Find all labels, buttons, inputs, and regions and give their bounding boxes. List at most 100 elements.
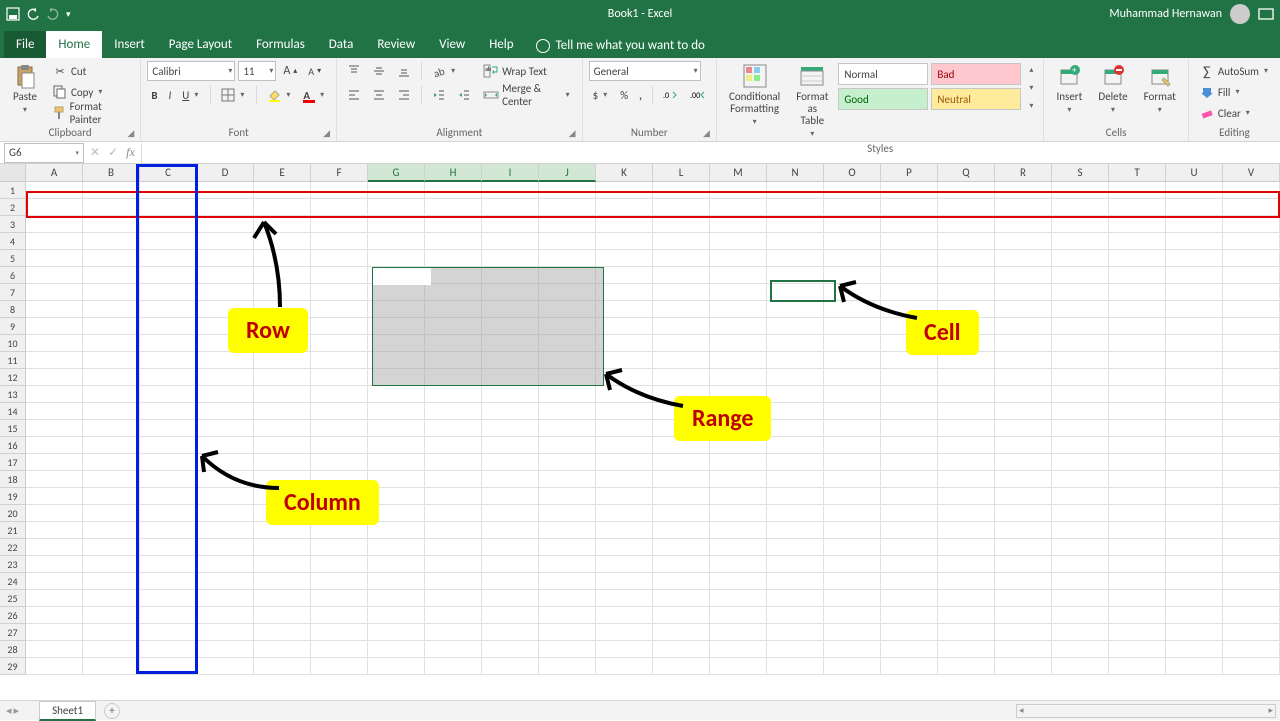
row-header-13[interactable]: 13 xyxy=(0,386,26,403)
row-header-6[interactable]: 6 xyxy=(0,267,26,284)
style-bad[interactable]: Bad xyxy=(931,63,1021,85)
col-header-V[interactable]: V xyxy=(1223,164,1280,182)
select-all-corner[interactable] xyxy=(0,164,26,182)
italic-button[interactable]: I xyxy=(165,85,176,105)
delete-cells-button[interactable]: Delete▾ xyxy=(1092,61,1133,117)
h-scrollbar[interactable]: ◂▸ xyxy=(1016,704,1276,718)
autosum-button[interactable]: ∑AutoSum▾ xyxy=(1195,61,1274,81)
name-box[interactable]: G6▾ xyxy=(4,143,84,163)
add-sheet-button[interactable]: + xyxy=(104,703,120,719)
row-header-23[interactable]: 23 xyxy=(0,556,26,573)
orientation-button[interactable]: ab▾ xyxy=(428,61,461,81)
merge-center-button[interactable]: Merge & Center▾ xyxy=(479,85,576,105)
fx-icon[interactable]: fx xyxy=(126,145,135,160)
align-bottom-button[interactable] xyxy=(393,61,415,81)
cut-button[interactable]: ✂Cut xyxy=(48,61,134,81)
row-header-15[interactable]: 15 xyxy=(0,420,26,437)
row-header-10[interactable]: 10 xyxy=(0,335,26,352)
row-header-14[interactable]: 14 xyxy=(0,403,26,420)
cells-grid[interactable] xyxy=(26,182,1280,700)
row-header-12[interactable]: 12 xyxy=(0,369,26,386)
row-header-28[interactable]: 28 xyxy=(0,641,26,658)
decrease-indent-button[interactable] xyxy=(428,85,450,105)
decrease-decimal-button[interactable]: .00 xyxy=(686,85,710,105)
row-header-3[interactable]: 3 xyxy=(0,216,26,233)
font-size-combo[interactable]: 11▾ xyxy=(238,61,276,81)
accounting-button[interactable]: $▾ xyxy=(589,85,614,105)
row-header-19[interactable]: 19 xyxy=(0,488,26,505)
tab-formulas[interactable]: Formulas xyxy=(244,31,317,58)
col-header-S[interactable]: S xyxy=(1052,164,1109,182)
col-header-T[interactable]: T xyxy=(1109,164,1166,182)
style-good[interactable]: Good xyxy=(838,88,928,110)
increase-font-button[interactable]: A▴ xyxy=(279,61,301,81)
row-header-9[interactable]: 9 xyxy=(0,318,26,335)
sheet-next-icon[interactable]: ▸ xyxy=(14,704,20,717)
insert-cells-button[interactable]: +Insert▾ xyxy=(1050,61,1088,117)
col-header-N[interactable]: N xyxy=(767,164,824,182)
row-header-7[interactable]: 7 xyxy=(0,284,26,301)
font-color-button[interactable]: A▾ xyxy=(299,85,330,105)
cancel-icon[interactable]: ✕ xyxy=(90,145,100,160)
tab-insert[interactable]: Insert xyxy=(102,31,157,58)
tab-page-layout[interactable]: Page Layout xyxy=(157,31,244,58)
align-left-button[interactable] xyxy=(343,85,365,105)
row-header-16[interactable]: 16 xyxy=(0,437,26,454)
fill-color-button[interactable]: ▾ xyxy=(263,85,296,105)
tab-home[interactable]: Home xyxy=(46,31,102,58)
increase-decimal-button[interactable]: .0 xyxy=(659,85,683,105)
row-header-26[interactable]: 26 xyxy=(0,607,26,624)
styles-down-icon[interactable]: ▾ xyxy=(1027,83,1035,93)
increase-indent-button[interactable] xyxy=(453,85,475,105)
col-header-E[interactable]: E xyxy=(254,164,311,182)
col-header-M[interactable]: M xyxy=(710,164,767,182)
row-header-17[interactable]: 17 xyxy=(0,454,26,471)
row-header-24[interactable]: 24 xyxy=(0,573,26,590)
sheet-tab[interactable]: Sheet1 xyxy=(39,701,96,721)
row-header-18[interactable]: 18 xyxy=(0,471,26,488)
percent-button[interactable]: % xyxy=(616,85,632,105)
tab-file[interactable]: File xyxy=(4,31,46,58)
styles-more-icon[interactable]: ▾ xyxy=(1027,101,1035,111)
col-header-B[interactable]: B xyxy=(83,164,140,182)
col-header-U[interactable]: U xyxy=(1166,164,1223,182)
row-header-8[interactable]: 8 xyxy=(0,301,26,318)
fill-button[interactable]: Fill▾ xyxy=(1195,82,1274,102)
col-header-C[interactable]: C xyxy=(140,164,197,182)
bold-button[interactable]: B xyxy=(147,85,161,105)
formula-input[interactable] xyxy=(141,143,1280,163)
row-header-20[interactable]: 20 xyxy=(0,505,26,522)
comma-button[interactable]: , xyxy=(635,85,646,105)
format-painter-button[interactable]: Format Painter xyxy=(48,103,134,123)
sheet-nav[interactable]: ◂▸ xyxy=(0,704,25,717)
col-header-G[interactable]: G xyxy=(368,164,425,182)
format-cells-button[interactable]: Format▾ xyxy=(1138,61,1182,117)
col-header-O[interactable]: O xyxy=(824,164,881,182)
style-normal[interactable]: Normal xyxy=(838,63,928,85)
align-center-button[interactable] xyxy=(368,85,390,105)
alignment-launcher-icon[interactable]: ◢ xyxy=(569,128,579,138)
number-launcher-icon[interactable]: ◢ xyxy=(703,128,713,138)
tell-me[interactable]: Tell me what you want to do xyxy=(526,33,715,58)
styles-up-icon[interactable]: ▴ xyxy=(1027,65,1035,75)
number-format-combo[interactable]: General▾ xyxy=(589,61,701,81)
col-header-A[interactable]: A xyxy=(26,164,83,182)
col-header-I[interactable]: I xyxy=(482,164,539,182)
col-header-K[interactable]: K xyxy=(596,164,653,182)
align-right-button[interactable] xyxy=(393,85,415,105)
col-header-D[interactable]: D xyxy=(197,164,254,182)
row-header-11[interactable]: 11 xyxy=(0,352,26,369)
row-header-27[interactable]: 27 xyxy=(0,624,26,641)
tab-view[interactable]: View xyxy=(427,31,477,58)
row-header-2[interactable]: 2 xyxy=(0,199,26,216)
tab-data[interactable]: Data xyxy=(317,31,366,58)
font-launcher-icon[interactable]: ◢ xyxy=(323,128,333,138)
align-top-button[interactable] xyxy=(343,61,365,81)
col-header-R[interactable]: R xyxy=(995,164,1052,182)
enter-icon[interactable]: ✓ xyxy=(108,145,118,160)
font-name-combo[interactable]: Calibri▾ xyxy=(147,61,235,81)
align-middle-button[interactable] xyxy=(368,61,390,81)
clipboard-launcher-icon[interactable]: ◢ xyxy=(127,128,137,138)
row-headers[interactable]: 1234567891011121314151617181920212223242… xyxy=(0,182,26,675)
col-header-F[interactable]: F xyxy=(311,164,368,182)
